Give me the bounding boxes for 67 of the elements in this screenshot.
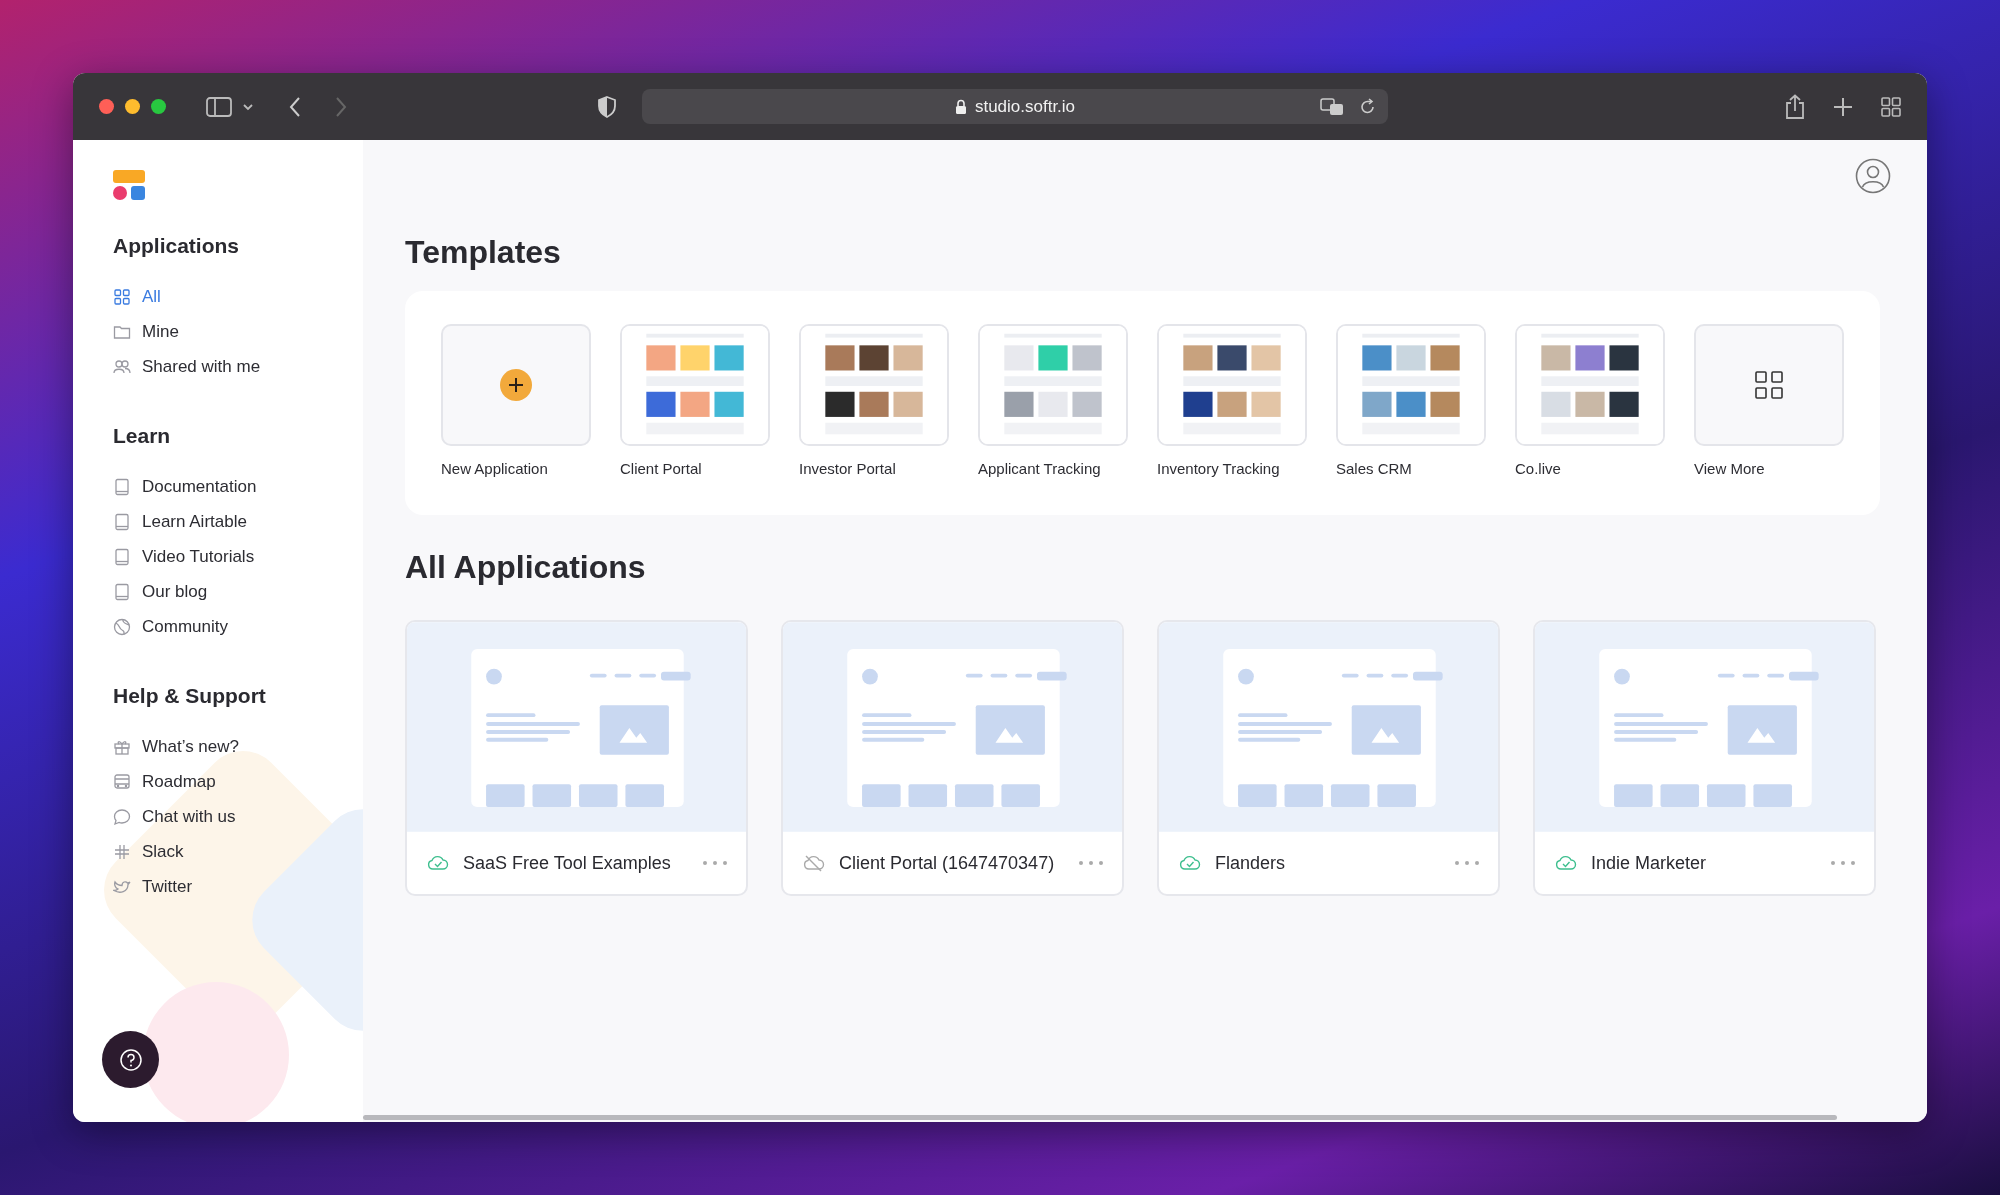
- reload-icon[interactable]: [1360, 98, 1376, 116]
- logo-icon: [113, 170, 145, 200]
- book-icon: [113, 547, 131, 566]
- share-icon[interactable]: [1785, 93, 1805, 120]
- app-name: Indie Marketer: [1591, 852, 1707, 874]
- sidebar-item[interactable]: Mine: [113, 314, 179, 349]
- template-label: View More: [1694, 460, 1766, 477]
- plus-icon[interactable]: [1833, 96, 1853, 117]
- section-heading: Templates: [405, 234, 562, 271]
- sidebar-item[interactable]: Our blog: [113, 574, 208, 609]
- template-label: Investor Portal: [799, 460, 897, 477]
- template-label: New Application: [441, 460, 549, 477]
- app-name: Client Portal (1647470347): [839, 852, 1055, 874]
- app-card[interactable]: SaaS Free Tool Examples: [405, 620, 748, 896]
- help-button[interactable]: [102, 1031, 159, 1088]
- template-label: Sales CRM: [1336, 460, 1413, 477]
- app-card[interactable]: Flanders: [1157, 620, 1500, 896]
- question-icon: [118, 1047, 143, 1072]
- sidebar-item[interactable]: What’s new?: [113, 729, 239, 764]
- template-label: Inventory Tracking: [1157, 460, 1281, 477]
- lock-icon: [954, 99, 967, 114]
- app-card[interactable]: Client Portal (1647470347): [781, 620, 1124, 896]
- account-icon[interactable]: [1855, 158, 1891, 194]
- globe-icon: [113, 617, 131, 636]
- template-label: Applicant Tracking: [978, 460, 1102, 477]
- book-icon: [113, 477, 131, 496]
- sidebar-item[interactable]: Video Tutorials: [113, 539, 255, 574]
- sidebar-item[interactable]: Documentation: [113, 469, 257, 504]
- section-heading: All Applications: [405, 549, 647, 586]
- sidebar-item[interactable]: Learn Airtable: [113, 504, 247, 539]
- app-card[interactable]: Indie Marketer: [1533, 620, 1876, 896]
- close-button[interactable]: [99, 99, 114, 114]
- grid-icon: [113, 287, 131, 306]
- sidebar-item[interactable]: Chat with us: [113, 799, 236, 834]
- address-bar[interactable]: studio.softr.io: [642, 89, 1388, 124]
- sidebar-icon[interactable]: [206, 96, 232, 117]
- sidebar-item[interactable]: Slack: [113, 834, 184, 869]
- sidebar-item[interactable]: Shared with me: [113, 349, 261, 384]
- template-label: Client Portal: [620, 460, 703, 477]
- new-application-tile[interactable]: [441, 324, 591, 446]
- people-icon: [113, 357, 131, 376]
- sidebar-item[interactable]: Community: [113, 609, 228, 644]
- app-name: SaaS Free Tool Examples: [463, 852, 671, 874]
- bus-icon: [113, 772, 131, 791]
- hash-icon: [113, 842, 131, 861]
- sidebar-item[interactable]: Twitter: [113, 869, 193, 904]
- shield-icon[interactable]: [598, 95, 616, 118]
- sidebar-item[interactable]: All: [113, 279, 161, 314]
- plus-icon: [500, 369, 532, 401]
- section-heading: Applications: [113, 234, 240, 258]
- grid-icon: [1755, 371, 1783, 399]
- section-heading: Help & Support: [113, 684, 267, 708]
- translate-icon[interactable]: [1320, 98, 1344, 116]
- chat-icon: [113, 807, 131, 826]
- app-name: Flanders: [1215, 852, 1286, 874]
- view-more-tile[interactable]: [1694, 324, 1844, 446]
- minimize-button[interactable]: [125, 99, 140, 114]
- section-heading: Learn: [113, 424, 172, 448]
- chevron-down-icon[interactable]: [242, 102, 254, 111]
- template-label: Co.live: [1515, 460, 1562, 477]
- book-icon: [113, 512, 131, 531]
- url-text: studio.softr.io: [974, 96, 1076, 117]
- back-icon[interactable]: [288, 95, 302, 118]
- book-icon: [113, 582, 131, 601]
- sidebar-item[interactable]: Roadmap: [113, 764, 216, 799]
- zoom-button[interactable]: [151, 99, 166, 114]
- tab-overview-icon[interactable]: [1881, 96, 1901, 117]
